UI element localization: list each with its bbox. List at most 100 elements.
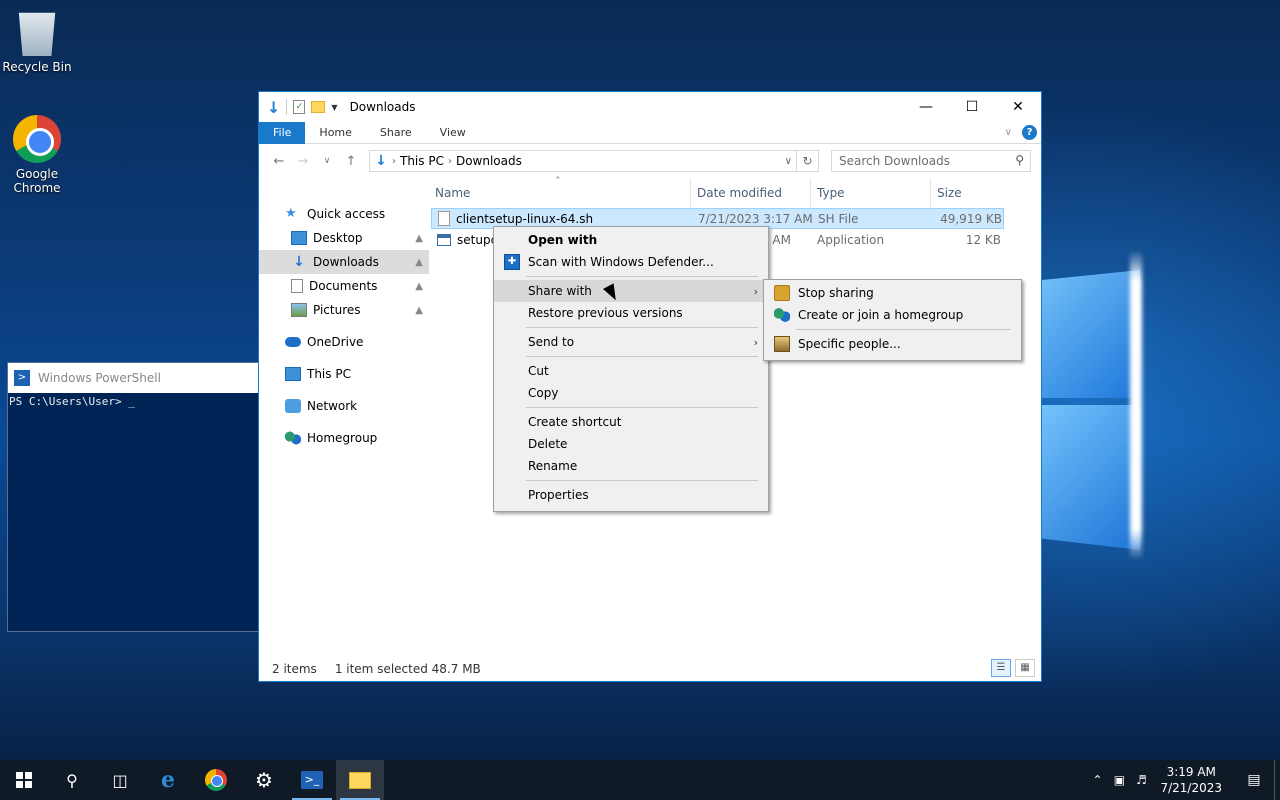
nav-documents[interactable]: Documents ▲: [259, 274, 429, 298]
notifications-icon[interactable]: ▤: [1234, 772, 1274, 788]
menu-item-cut[interactable]: Cut: [494, 360, 768, 382]
clock-date: 7/21/2023: [1160, 781, 1222, 795]
properties-icon[interactable]: ✓: [293, 100, 306, 114]
customize-toolbar-icon[interactable]: ▼: [331, 103, 337, 112]
search-button[interactable]: ⚲: [48, 760, 96, 800]
new-folder-icon[interactable]: [311, 101, 326, 113]
menu-item-specific-people[interactable]: Specific people...: [764, 333, 1021, 355]
up-button[interactable]: ↑: [339, 154, 363, 169]
menu-item-rename[interactable]: Rename: [494, 455, 768, 477]
navigation-pane: ★ Quick access Desktop ▲ ↓ Downloads ▲ D…: [259, 178, 429, 657]
forward-button[interactable]: →: [291, 154, 315, 169]
nav-label: Network: [307, 399, 358, 413]
menu-item-create-shortcut[interactable]: Create shortcut: [494, 411, 768, 433]
nav-downloads[interactable]: ↓ Downloads ▲: [259, 250, 429, 274]
start-button[interactable]: [0, 760, 48, 800]
address-bar[interactable]: ↓ › This PC › Downloads ∨ ↻: [369, 150, 819, 172]
title-bar[interactable]: ↓ ✓ ▼ Downloads — ☐ ✕: [259, 92, 1041, 122]
nav-network[interactable]: Network: [259, 394, 429, 418]
file-size: 12 KB: [965, 232, 1001, 247]
nav-this-pc[interactable]: This PC: [259, 362, 429, 386]
desktop-icon-chrome[interactable]: Google Chrome: [1, 115, 73, 195]
task-view-icon: ◫: [112, 770, 128, 790]
pin-icon[interactable]: ▲: [415, 257, 423, 268]
maximize-button[interactable]: ☐: [949, 92, 995, 122]
pin-icon[interactable]: ▲: [415, 233, 423, 244]
volume-icon[interactable]: ♬: [1130, 773, 1152, 787]
nav-desktop[interactable]: Desktop ▲: [259, 226, 429, 250]
chrome-icon: [13, 115, 61, 163]
task-view-button[interactable]: ◫: [96, 760, 144, 800]
item-count: 2 items: [272, 662, 317, 676]
nav-label: Quick access: [307, 207, 386, 221]
minimize-button[interactable]: —: [903, 92, 949, 122]
clock[interactable]: 3:19 AM 7/21/2023: [1152, 764, 1234, 796]
large-icons-view-button[interactable]: ▦: [1015, 659, 1035, 677]
nav-onedrive[interactable]: OneDrive: [259, 330, 429, 354]
menu-item-copy[interactable]: Copy: [494, 382, 768, 404]
window-controls: — ☐ ✕: [903, 92, 1041, 122]
breadcrumb-this-pc[interactable]: This PC: [396, 154, 448, 168]
menu-item-send-to[interactable]: Send to ›: [494, 331, 768, 353]
nav-homegroup[interactable]: Homegroup: [259, 426, 429, 450]
powershell-console[interactable]: PS C:\Users\User> _: [8, 393, 258, 410]
column-header: ⌃ Name Date modified Type Size: [429, 176, 1041, 208]
status-bar: 2 items 1 item selected 48.7 MB ☰ ▦: [259, 657, 1041, 681]
ribbon: File Home Share View ∨ ?: [259, 121, 1041, 144]
menu-item-restore-versions[interactable]: Restore previous versions: [494, 302, 768, 324]
taskbar-chrome[interactable]: [192, 760, 240, 800]
chevron-up-icon[interactable]: ⌃: [1086, 773, 1108, 787]
windows-logo-pane: [1040, 270, 1140, 398]
address-dropdown-icon[interactable]: ∨: [785, 156, 792, 167]
menu-item-open-with[interactable]: Open with: [494, 229, 768, 251]
desktop-icon-label: Google Chrome: [13, 167, 61, 195]
taskbar-settings[interactable]: ⚙: [240, 760, 288, 800]
pin-icon[interactable]: ▲: [415, 305, 423, 316]
star-icon: ★: [285, 206, 297, 221]
tab-share[interactable]: Share: [366, 122, 426, 144]
menu-item-stop-sharing[interactable]: Stop sharing: [764, 282, 1021, 304]
navigation-bar: ← → ∨ ↑ ↓ › This PC › Downloads ∨ ↻ Sear…: [259, 144, 1041, 178]
downloads-icon: ↓: [375, 153, 387, 169]
network-icon[interactable]: ▣: [1108, 773, 1130, 787]
column-size[interactable]: Size: [931, 178, 1006, 208]
windows-logo-glow: [1130, 250, 1142, 560]
file-type: Application: [817, 232, 885, 247]
chevron-right-icon: ›: [753, 284, 758, 298]
refresh-button[interactable]: ↻: [796, 151, 818, 171]
people-icon: [774, 336, 790, 352]
details-view-button[interactable]: ☰: [991, 659, 1011, 677]
powershell-window[interactable]: > Windows PowerShell PS C:\Users\User> _: [7, 362, 259, 632]
column-date[interactable]: Date modified: [691, 178, 811, 208]
menu-item-share-with[interactable]: Share with ›: [494, 280, 768, 302]
column-type[interactable]: Type: [811, 178, 931, 208]
pin-icon[interactable]: ▲: [415, 281, 423, 292]
close-button[interactable]: ✕: [995, 92, 1041, 122]
expand-ribbon-icon[interactable]: ∨: [1005, 127, 1012, 138]
help-icon[interactable]: ?: [1022, 125, 1037, 140]
search-input[interactable]: Search Downloads ⚲: [831, 150, 1031, 172]
menu-item-properties[interactable]: Properties: [494, 484, 768, 506]
back-button[interactable]: ←: [267, 154, 291, 169]
downloads-icon: ↓: [267, 97, 281, 117]
ribbon-right: ∨ ?: [1005, 125, 1037, 140]
desktop-icon-recycle-bin[interactable]: Recycle Bin: [1, 8, 73, 74]
taskbar-powershell[interactable]: >_: [288, 760, 336, 800]
tab-file[interactable]: File: [259, 121, 306, 144]
menu-item-scan-defender[interactable]: ✚ Scan with Windows Defender...: [494, 251, 768, 273]
tab-view[interactable]: View: [426, 122, 480, 144]
show-desktop-button[interactable]: [1274, 760, 1280, 800]
taskbar-file-explorer[interactable]: [336, 760, 384, 800]
menu-item-homegroup[interactable]: Create or join a homegroup: [764, 304, 1021, 326]
menu-item-delete[interactable]: Delete: [494, 433, 768, 455]
file-date: 7/21/2023 3:17 AM: [698, 211, 812, 226]
menu-separator: [796, 329, 1011, 330]
nav-quick-access[interactable]: ★ Quick access: [259, 202, 429, 226]
powershell-titlebar[interactable]: > Windows PowerShell: [8, 363, 258, 393]
recent-locations-button[interactable]: ∨: [315, 156, 339, 166]
taskbar-ie[interactable]: e: [144, 760, 192, 800]
breadcrumb-downloads[interactable]: Downloads: [452, 154, 526, 168]
nav-pictures[interactable]: Pictures ▲: [259, 298, 429, 322]
tab-home[interactable]: Home: [305, 122, 365, 144]
homegroup-icon: [774, 307, 790, 323]
